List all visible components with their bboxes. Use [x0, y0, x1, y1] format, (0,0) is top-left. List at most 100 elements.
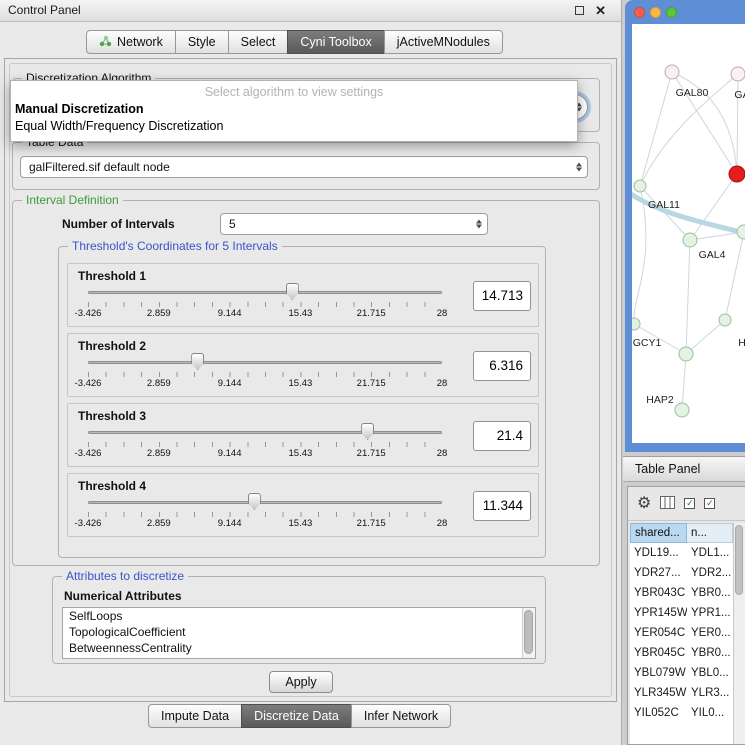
tab-jactivemnodules[interactable]: jActiveMNodules — [384, 30, 503, 54]
tab-network[interactable]: Network — [86, 30, 176, 54]
tab-cyni-toolbox[interactable]: Cyni Toolbox — [287, 30, 384, 54]
scrollbar-thumb[interactable] — [735, 525, 743, 595]
table-row[interactable]: YPR145WYPR1... — [630, 603, 733, 623]
list-item[interactable]: TopologicalCoefficient — [63, 624, 535, 640]
slider-track[interactable] — [88, 501, 442, 504]
network-edge[interactable] — [634, 186, 646, 324]
slider-thumb[interactable] — [361, 423, 374, 440]
network-node[interactable] — [683, 233, 697, 247]
slider-ticks — [88, 302, 442, 307]
tab-select[interactable]: Select — [228, 30, 289, 54]
tab-infer-network[interactable]: Infer Network — [351, 704, 451, 728]
network-node[interactable] — [632, 318, 640, 330]
table-row[interactable]: YIL052CYIL0... — [630, 703, 733, 723]
threshold-value-field[interactable]: 11.344 — [473, 491, 531, 521]
slider-thumb[interactable] — [286, 283, 299, 300]
table-row[interactable]: YBL079WYBL0... — [630, 663, 733, 683]
table-cell: YBL0... — [687, 663, 733, 683]
column-header-shared-name[interactable]: shared... — [630, 523, 687, 543]
list-item[interactable]: SelfLoops — [63, 608, 535, 624]
slider-thumb[interactable] — [191, 353, 204, 370]
network-node[interactable] — [719, 314, 731, 326]
slider-track[interactable] — [88, 291, 442, 294]
scale-label: 9.144 — [218, 308, 242, 319]
table-row[interactable]: YLR345WYLR3... — [630, 683, 733, 703]
network-edge[interactable] — [640, 72, 672, 186]
table-cell: YDL1... — [687, 543, 733, 563]
scale-label: 2.859 — [147, 448, 171, 459]
table-cell: YLR3... — [687, 683, 733, 703]
table-cell: YBR045C — [630, 643, 687, 663]
columns-icon[interactable] — [660, 496, 675, 512]
threshold-value-field[interactable]: 21.4 — [473, 421, 531, 451]
tab-discretize-data[interactable]: Discretize Data — [241, 704, 352, 728]
scale-label: 28 — [437, 308, 448, 319]
threshold-value-field[interactable]: 6.316 — [473, 351, 531, 381]
algorithm-option[interactable]: Equal Width/Frequency Discretization — [11, 118, 577, 135]
algorithm-option[interactable]: Manual Discretization — [11, 101, 577, 118]
threshold-label: Threshold 3 — [78, 409, 146, 423]
network-canvas[interactable]: GAL80GAGAL11GAL4GCY1HAP2H — [632, 24, 745, 443]
table-row[interactable]: YER054CYER0... — [630, 623, 733, 643]
scale-label: 28 — [437, 378, 448, 389]
zoom-traffic-light[interactable] — [666, 7, 677, 18]
threshold-value-field[interactable]: 14.713 — [473, 281, 531, 311]
scale-label: 2.859 — [147, 378, 171, 389]
network-node[interactable] — [729, 166, 745, 182]
minimize-traffic-light[interactable] — [650, 7, 661, 18]
slider-thumb[interactable] — [248, 493, 261, 510]
select-rows-checkbox-icon[interactable]: ✓ — [704, 498, 715, 509]
slider-scale: -3.4262.8599.14415.4321.71528 — [88, 448, 442, 459]
close-icon[interactable]: ✕ — [595, 3, 606, 19]
scrollbar-thumb[interactable] — [524, 610, 533, 654]
number-of-intervals-label: Number of Intervals — [62, 217, 175, 231]
slider-ticks — [88, 512, 442, 517]
threshold-3-panel: Threshold 3 -3.4262.8599.14415.4321.7152… — [67, 403, 539, 467]
number-of-intervals-combobox[interactable]: 5 — [220, 213, 488, 235]
list-scrollbar[interactable] — [522, 608, 535, 658]
float-window-icon[interactable] — [575, 6, 584, 15]
apply-button[interactable]: Apply — [269, 671, 333, 693]
threshold-slider[interactable]: -3.4262.8599.14415.4321.71528 — [88, 282, 442, 322]
group-title: Attributes to discretize — [62, 569, 188, 584]
network-node[interactable] — [731, 67, 745, 81]
threshold-slider[interactable]: -3.4262.8599.14415.4321.71528 — [88, 422, 442, 462]
tab-impute-data[interactable]: Impute Data — [148, 704, 242, 728]
table-row[interactable]: YDR27...YDR2... — [630, 563, 733, 583]
table-scrollbar[interactable] — [733, 523, 745, 744]
network-edge[interactable] — [682, 354, 686, 410]
select-all-checkbox-icon[interactable]: ✓ — [684, 498, 695, 509]
threshold-2-panel: Threshold 2 -3.4262.8599.14415.4321.7152… — [67, 333, 539, 397]
table-row[interactable]: YBR045CYBR0... — [630, 643, 733, 663]
table-row[interactable]: YBR043CYBR0... — [630, 583, 733, 603]
table-data-combobox[interactable]: galFiltered.sif default node — [20, 156, 588, 178]
network-node[interactable] — [679, 347, 693, 361]
close-traffic-light[interactable] — [634, 7, 645, 18]
column-header-name[interactable]: n... — [687, 523, 733, 543]
numerical-attributes-list[interactable]: SelfLoopsTopologicalCoefficientBetweenne… — [62, 607, 536, 659]
network-edge[interactable] — [725, 232, 744, 320]
threshold-slider[interactable]: -3.4262.8599.14415.4321.71528 — [88, 492, 442, 532]
list-item[interactable]: BetweennessCentrality — [63, 640, 535, 656]
table-row[interactable]: YDL19...YDL1... — [630, 543, 733, 563]
threshold-slider[interactable]: -3.4262.8599.14415.4321.71528 — [88, 352, 442, 392]
gear-icon[interactable]: ⚙ — [637, 496, 651, 512]
algorithm-dropdown: Select algorithm to view settings Manual… — [10, 80, 578, 142]
table-cell: YBR043C — [630, 583, 687, 603]
network-view-window: GAL80GAGAL11GAL4GCY1HAP2H — [625, 0, 745, 452]
panel-title: Control Panel — [8, 0, 81, 21]
slider-track[interactable] — [88, 361, 442, 364]
network-node[interactable] — [675, 403, 689, 417]
network-edge[interactable] — [686, 240, 690, 354]
tab-label: Network — [117, 35, 163, 49]
network-node[interactable] — [737, 225, 745, 239]
network-node[interactable] — [665, 65, 679, 79]
table-cell: YBL079W — [630, 663, 687, 683]
scale-label: 9.144 — [218, 378, 242, 389]
network-node[interactable] — [634, 180, 646, 192]
control-panel-titlebar: Control Panel ✕ — [0, 0, 621, 22]
tab-style[interactable]: Style — [175, 30, 229, 54]
network-edge[interactable] — [686, 320, 725, 354]
group-title: Threshold's Coordinates for 5 Intervals — [68, 239, 282, 254]
slider-track[interactable] — [88, 431, 442, 434]
